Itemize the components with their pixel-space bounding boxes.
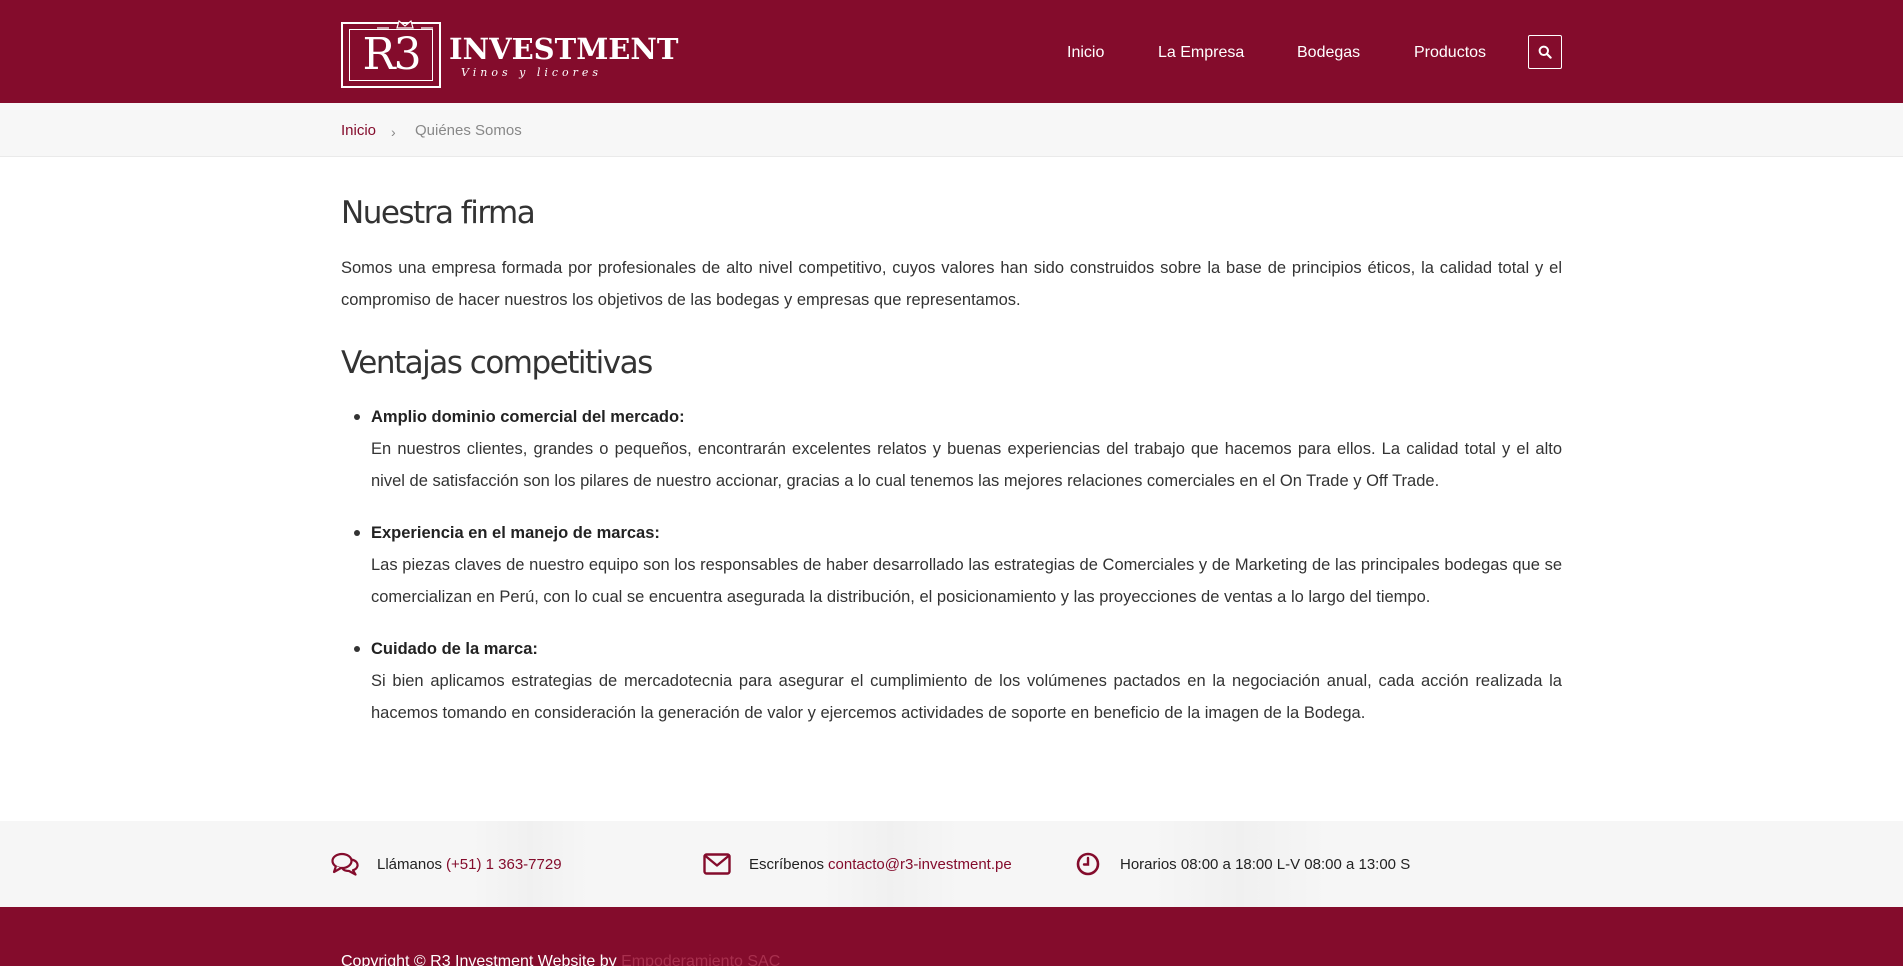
breadcrumb: Inicio › Quiénes Somos [0, 103, 1903, 157]
nav-item-productos[interactable]: Productos [1414, 42, 1486, 64]
breadcrumb-home-link[interactable]: Inicio [341, 121, 376, 141]
logo-r3-text: R3 [362, 29, 421, 80]
page-title: Nuestra firma [341, 195, 536, 231]
bullet-icon [354, 414, 360, 420]
search-icon [1538, 45, 1552, 59]
phone-label: Llámanos [377, 855, 443, 873]
advantages-list: Amplio dominio comercial del mercado: En… [341, 401, 1562, 749]
chat-bubbles-icon [331, 850, 359, 878]
logo-tagline: Vinos y licores [461, 66, 603, 79]
advantage-title: Cuidado de la marca: [371, 640, 538, 658]
envelope-icon [703, 850, 731, 878]
email-label: Escríbenos [749, 855, 825, 873]
advantage-text: En nuestros clientes, grandes o pequeños… [371, 440, 1562, 490]
advantage-text: Las piezas claves de nuestro equipo son … [371, 556, 1562, 606]
hours-text: Horarios 08:00 a 18:00 L-V 08:00 a 13:00… [1120, 855, 1411, 873]
copyright-text: Copyright © R3 Investment Website by Emp… [341, 952, 780, 966]
brand-logo[interactable]: R3 INVESTMENT Vinos y licores [341, 16, 679, 88]
advantage-title: Amplio dominio comercial del mercado: [371, 408, 685, 426]
site-footer: Copyright © R3 Investment Website by Emp… [0, 907, 1903, 966]
section-title: Ventajas competitivas [341, 345, 653, 381]
advantage-text: Si bien aplicamos estrategias de mercado… [371, 672, 1562, 722]
nav-item-inicio[interactable]: Inicio [1067, 42, 1104, 64]
email-link[interactable]: contacto@r3-investment.pe [828, 856, 1012, 873]
intro-paragraph: Somos una empresa formada por profesiona… [341, 259, 1562, 309]
contact-phone: Llámanos (+51) 1 363-7729 [331, 821, 562, 907]
nav-item-la-empresa[interactable]: La Empresa [1158, 42, 1244, 64]
clock-icon [1074, 850, 1102, 878]
list-item: Cuidado de la marca: Si bien aplicamos e… [341, 633, 1562, 729]
site-header: R3 INVESTMENT Vinos y licores Inicio La … [0, 0, 1903, 103]
breadcrumb-current: Quiénes Somos [415, 122, 522, 139]
contact-email: Escríbenos contacto@r3-investment.pe [703, 821, 1012, 907]
logo-name: INVESTMENT [449, 32, 679, 66]
search-button[interactable] [1528, 35, 1562, 69]
contact-info-bar: Llámanos (+51) 1 363-7729 Escríbenos con… [0, 821, 1903, 907]
logo-mark: R3 [341, 19, 441, 88]
bullet-icon [354, 530, 360, 536]
copyright-label: Copyright © R3 Investment Website by [341, 953, 617, 966]
bullet-icon [354, 646, 360, 652]
developer-link[interactable]: Empoderamiento SAC [621, 953, 780, 966]
advantage-title: Experiencia en el manejo de marcas: [371, 524, 660, 542]
list-item: Experiencia en el manejo de marcas: Las … [341, 517, 1562, 613]
nav-item-bodegas[interactable]: Bodegas [1297, 42, 1360, 64]
phone-link[interactable]: (+51) 1 363-7729 [446, 856, 562, 873]
contact-hours: Horarios 08:00 a 18:00 L-V 08:00 a 13:00… [1074, 821, 1410, 907]
list-item: Amplio dominio comercial del mercado: En… [341, 401, 1562, 497]
breadcrumb-separator-icon: › [391, 124, 396, 140]
